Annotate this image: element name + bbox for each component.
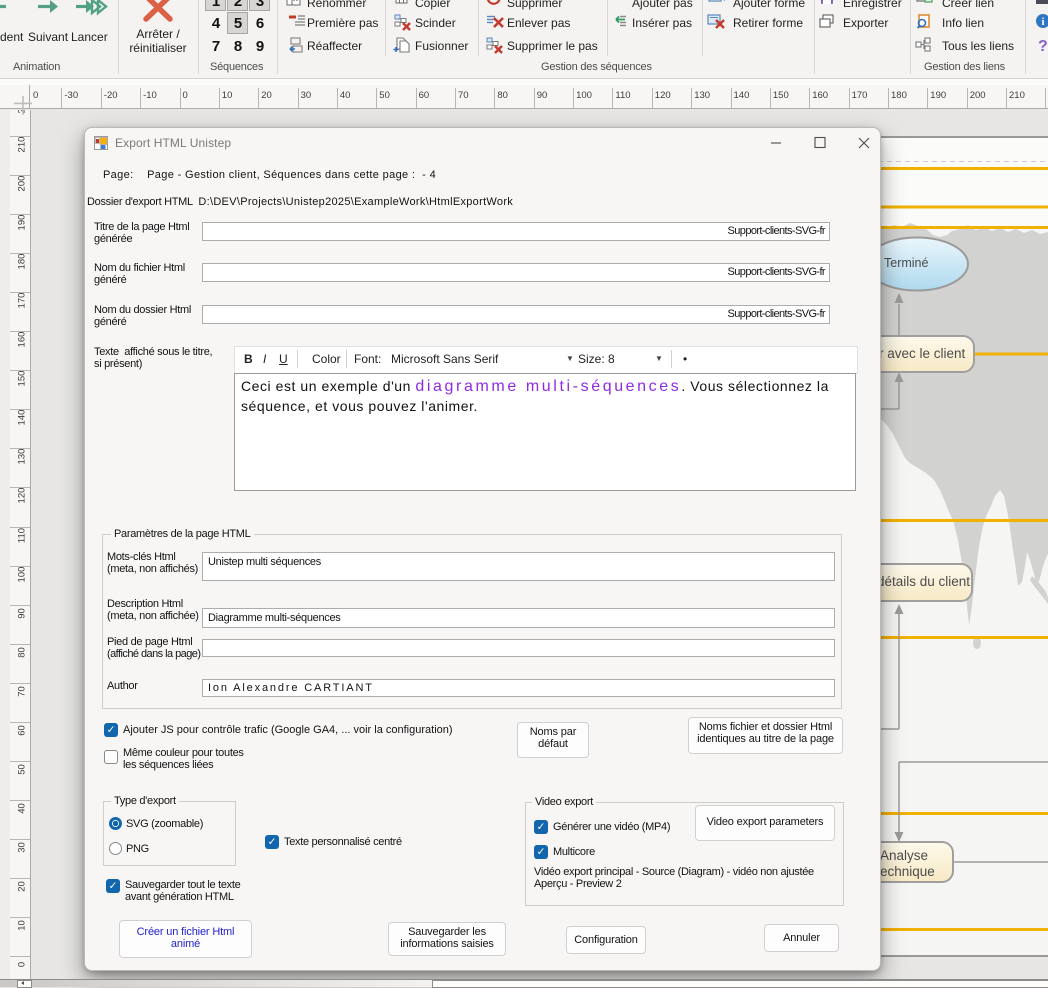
svg-text:Analyse: Analyse (880, 848, 928, 863)
svg-text:?: ? (1038, 38, 1048, 55)
svg-text:r avec le client: r avec le client (879, 346, 966, 361)
svg-text:echnique: echnique (880, 864, 935, 879)
svg-text:i: i (1041, 16, 1044, 28)
svg-text:détails du client: détails du client (877, 574, 970, 589)
svg-text:Terminé: Terminé (884, 256, 929, 270)
